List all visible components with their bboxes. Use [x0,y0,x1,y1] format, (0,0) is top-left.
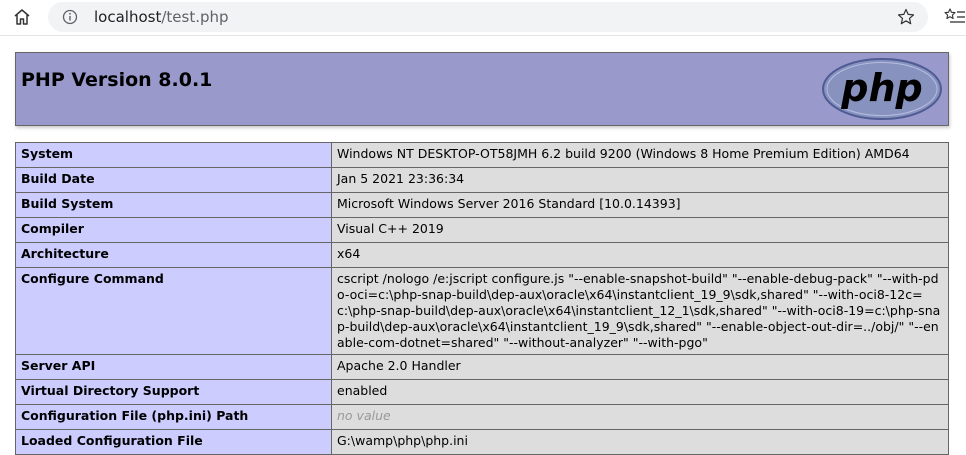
row-value: Jan 5 2021 23:36:34 [331,167,949,193]
row-value: Windows NT DESKTOP-OT58JMH 6.2 build 920… [331,142,949,168]
row-value: no value [331,404,949,430]
table-row: Configure Command cscript /nologo /e:jscr… [15,267,949,355]
row-label: Virtual Directory Support [15,379,332,405]
page-title: PHP Version 8.0.1 [21,69,213,91]
table-row: Virtual Directory Support enabled [15,379,949,405]
url-text[interactable]: localhost/test.php [94,8,229,26]
table-row: Configuration File (php.ini) Path no valu… [15,404,949,430]
row-value: Microsoft Windows Server 2016 Standard [… [331,192,949,218]
table-row: Loaded Configuration File G:\wamp\php\php… [15,429,949,455]
row-value: Visual C++ 2019 [331,217,949,243]
star-icon[interactable] [896,7,916,27]
row-value: cscript /nologo /e:jscript configure.js … [331,267,949,355]
phpinfo-content: PHP Version 8.0.1 php System Windows NT D… [15,52,949,455]
home-icon [14,9,30,25]
row-value: x64 [331,242,949,268]
info-icon[interactable] [62,9,78,25]
url-host: localhost [94,8,162,26]
url-path: /test.php [161,8,229,26]
php-version-header: PHP Version 8.0.1 php [15,52,949,126]
row-label: Loaded Configuration File [15,429,332,455]
row-value: enabled [331,379,949,405]
row-label: Server API [15,354,332,380]
browser-toolbar: localhost/test.php [0,0,966,36]
row-label: Configure Command [15,267,332,355]
table-row: Compiler Visual C++ 2019 [15,217,949,243]
table-row: Server API Apache 2.0 Handler [15,354,949,380]
no-value-text: no value [337,408,391,423]
address-bar[interactable]: localhost/test.php [48,2,928,32]
row-label: Build Date [15,167,332,193]
row-label: Architecture [15,242,332,268]
row-label: System [15,142,332,168]
home-button[interactable] [10,6,34,28]
php-info-table: System Windows NT DESKTOP-OT58JMH 6.2 bui… [15,142,949,455]
table-row: Architecture x64 [15,242,949,268]
row-value: Apache 2.0 Handler [331,354,949,380]
table-row: Build Date Jan 5 2021 23:36:34 [15,167,949,193]
row-label: Compiler [15,217,332,243]
row-value: G:\wamp\php\php.ini [331,429,949,455]
row-label: Configuration File (php.ini) Path [15,404,332,430]
favorites-list-icon[interactable] [944,7,966,27]
php-logo[interactable]: php [821,57,943,121]
php-logo-text: php [840,66,922,110]
table-row: System Windows NT DESKTOP-OT58JMH 6.2 bui… [15,142,949,168]
table-row: Build System Microsoft Windows Server 201… [15,192,949,218]
row-label: Build System [15,192,332,218]
